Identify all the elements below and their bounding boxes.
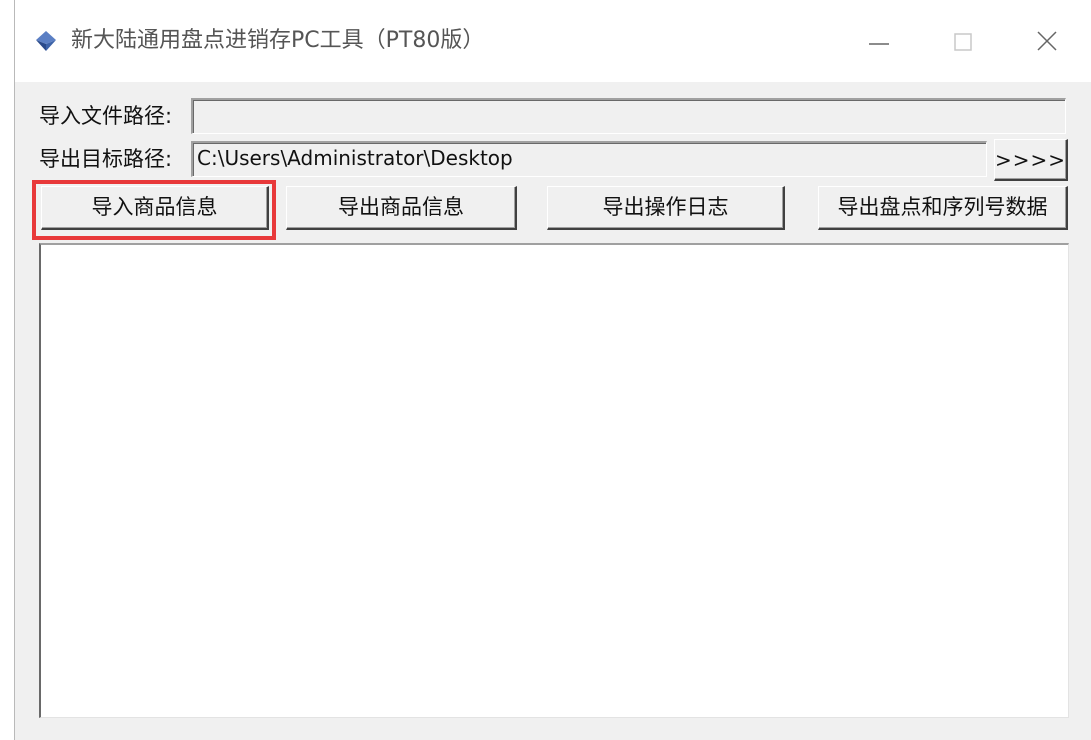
title-bar[interactable]: 新大陆通用盘点进销存PC工具（PT80版） bbox=[15, 0, 1091, 82]
maximize-icon bbox=[954, 33, 972, 51]
app-window: 新大陆通用盘点进销存PC工具（PT80版） 导入文件路径: 导出目标路径: C:… bbox=[14, 0, 1091, 740]
window-title: 新大陆通用盘点进销存PC工具（PT80版） bbox=[71, 28, 485, 53]
minimize-button[interactable] bbox=[849, 18, 909, 64]
import-path-label: 导入文件路径: bbox=[39, 104, 173, 128]
app-logo-icon bbox=[36, 31, 56, 51]
export-path-label: 导出目标路径: bbox=[39, 147, 173, 171]
close-icon bbox=[1037, 31, 1057, 51]
export-path-field[interactable]: C:\Users\Administrator\Desktop bbox=[191, 141, 987, 177]
minimize-icon bbox=[869, 43, 889, 45]
browse-button[interactable]: >>>> bbox=[994, 139, 1068, 181]
output-log-area[interactable] bbox=[39, 243, 1069, 718]
maximize-button[interactable] bbox=[933, 18, 993, 64]
export-log-button[interactable]: 导出操作日志 bbox=[547, 186, 785, 230]
close-button[interactable] bbox=[1017, 18, 1077, 64]
export-products-button[interactable]: 导出商品信息 bbox=[286, 186, 517, 230]
import-path-field[interactable] bbox=[191, 98, 1066, 134]
export-inventory-serial-button[interactable]: 导出盘点和序列号数据 bbox=[818, 186, 1068, 230]
highlight-box bbox=[32, 180, 276, 240]
